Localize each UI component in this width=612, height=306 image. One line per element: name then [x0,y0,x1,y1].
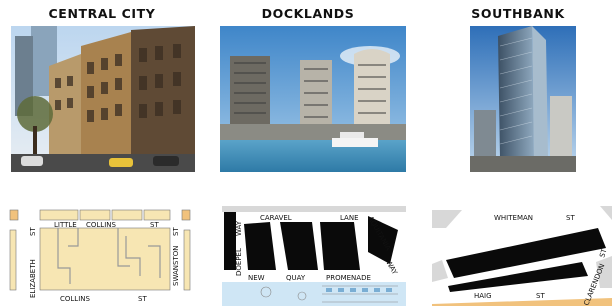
label-whiteman: WHITEMAN [494,214,533,222]
label-st-bottom: ST [138,295,147,303]
label-way-left: WAY [235,220,243,236]
label-caravel: CARAVEL [260,214,292,222]
label-st-top: ST [566,214,575,222]
label-way-right: WAY [384,259,399,277]
docklands-photo [220,26,406,172]
label-new: NEW [248,274,265,282]
label-promenade: PROMENADE [326,274,371,282]
southbank-map: WHITEMAN ST ST HAIG ST CLARENDON [432,206,612,306]
docklands-map: CARAVEL LANE AQUITANIA WAY WAY DOEPEL NE… [222,206,406,306]
label-collins-top: COLLINS [86,221,116,229]
panel-title: CENTRAL CITY [48,6,156,21]
label-little: LITTLE [54,221,77,229]
central-city-photo [11,26,195,172]
panel-title: SOUTHBANK [471,6,565,21]
label-collins-bottom: COLLINS [60,295,90,303]
label-swanston: SWANSTON [172,246,180,286]
label-st-left: ST [29,227,37,236]
label-doepel: DOEPEL [235,248,243,276]
label-st-bottom: ST [536,292,545,300]
label-quay: QUAY [286,274,306,282]
label-st-right: ST [172,227,180,236]
label-elizabeth: ELIZABETH [29,259,37,298]
central-city-map: LITTLE COLLINS ST ST ELIZABETH SWANSTON … [8,206,198,306]
panel-title: DOCKLANDS [261,6,355,21]
label-haig: HAIG [474,292,492,300]
label-st-top: ST [150,221,159,229]
southbank-photo [470,26,576,172]
label-lane: LANE [340,214,359,222]
label-st-side: ST [598,247,609,258]
